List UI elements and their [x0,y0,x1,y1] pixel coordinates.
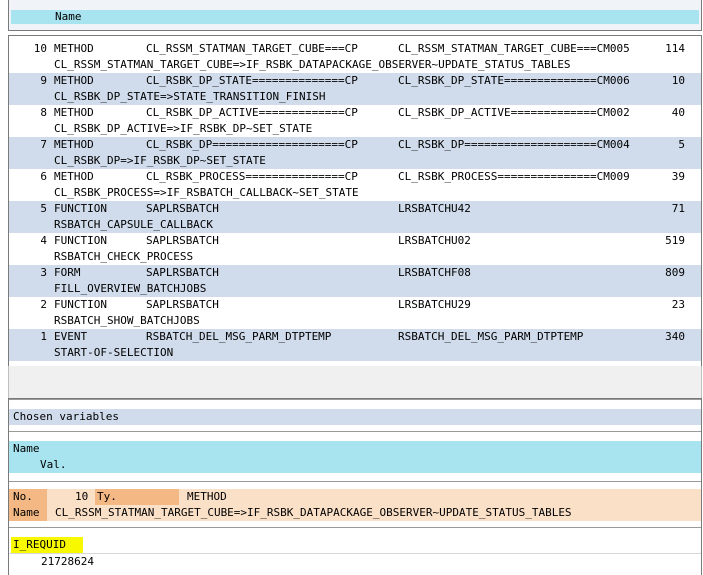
stack-event: CL_RSBK_DP_STATE=>STATE_TRANSITION_FINIS… [54,90,326,103]
call-stack-row[interactable]: 5 FUNCTION SAPLRSBATCH LRSBATCHU42 71 RSBATCH… [9,201,701,233]
stack-line: 519 [665,234,685,247]
variable-column-header: Name Val. [9,441,701,473]
frame-name-value: CL_RSSM_STATMAN_TARGET_CUBE=>IF_RSBK_DAT… [55,506,572,519]
frame-name-label: Name [13,506,40,519]
stack-level: 6 [40,170,47,183]
chosen-variables-title-bar: Chosen variables [9,409,701,425]
call-stack-table: 10 METHOD CL_RSSM_STATMAN_TARGET_CUBE===CP… [8,35,702,367]
stack-event: RSBATCH_CAPSULE_CALLBACK [54,218,213,231]
stack-event: CL_RSBK_PROCESS=>IF_RSBATCH_CALLBACK~SET… [54,186,359,199]
stack-type: METHOD [54,74,94,87]
stack-level: 3 [40,266,47,279]
column-header-row: Name [11,10,699,24]
stack-level: 4 [40,234,47,247]
stack-program: CL_RSBK_DP_STATE==============CP [146,74,358,87]
header-name-label: Name [13,442,40,455]
call-stack-row[interactable]: 7 METHOD CL_RSBK_DP====================CP C… [9,137,701,169]
stack-line: 39 [671,170,685,183]
section-separator [8,366,702,398]
call-stack-row[interactable]: 3 FORM SAPLRSBATCH LRSBATCHF08 809 FILL_OVERV… [9,265,701,297]
stack-program: CL_RSBK_DP====================CP [146,138,358,151]
call-stack-row[interactable]: 6 METHOD CL_RSBK_PROCESS===============CP C… [9,169,701,201]
stack-include: LRSBATCHU29 [398,298,471,311]
stack-program: RSBATCH_DEL_MSG_PARM_DTPTEMP [146,330,332,343]
stack-line: 114 [665,42,685,55]
frame-type-value: METHOD [187,490,227,503]
stack-include: CL_RSBK_DP_ACTIVE=============CM002 [398,106,630,119]
stack-level: 2 [40,298,47,311]
stack-type: METHOD [54,106,94,119]
top-column-header-panel: Name [8,0,702,31]
stack-program: CL_RSBK_DP_ACTIVE=============CP [146,106,358,119]
variable-name-i-requid[interactable]: I_REQUID [13,537,66,553]
stack-include: LRSBATCHF08 [398,266,471,279]
stack-include: CL_RSSM_STATMAN_TARGET_CUBE===CM005 [398,42,630,55]
stack-event: CL_RSBK_DP_ACTIVE=>IF_RSBK_DP~SET_STATE [54,122,313,135]
stack-line: 10 [671,74,685,87]
stack-program: SAPLRSBATCH [146,266,219,279]
stack-type: METHOD [54,170,94,183]
stack-type: EVENT [54,330,88,343]
stack-include: RSBATCH_DEL_MSG_PARM_DTPTEMP [398,330,584,343]
call-stack-row[interactable]: 10 METHOD CL_RSSM_STATMAN_TARGET_CUBE===CP… [9,41,701,73]
stack-line: 23 [671,298,685,311]
stack-line: 809 [665,266,685,279]
stack-program: SAPLRSBATCH [146,298,219,311]
frame-type-label: Ty. [97,490,117,503]
selected-frame-detail: No. 10 Ty. METHOD Name CL_RSSM_STATMAN_T… [9,489,701,521]
column-header-name: Name [55,10,82,23]
call-stack-row[interactable]: 8 METHOD CL_RSBK_DP_ACTIVE=============CP C… [9,105,701,137]
stack-level: 7 [40,138,47,151]
stack-include: LRSBATCHU02 [398,234,471,247]
stack-include: CL_RSBK_PROCESS===============CM009 [398,170,630,183]
stack-line: 340 [665,330,685,343]
stack-line: 71 [671,202,685,215]
stack-type: FUNCTION [54,298,107,311]
call-stack-row[interactable]: 4 FUNCTION SAPLRSBATCH LRSBATCHU02 519 RSBATC… [9,233,701,265]
stack-level: 9 [40,74,47,87]
variable-value: 21728624 [41,555,94,568]
stack-event: RSBATCH_CHECK_PROCESS [54,250,194,263]
stack-type: FUNCTION [54,202,107,215]
stack-type: FUNCTION [54,234,107,247]
stack-include: CL_RSBK_DP====================CM004 [398,138,630,151]
call-stack-row[interactable]: 1 EVENT RSBATCH_DEL_MSG_PARM_DTPTEMP RSBATC… [9,329,701,361]
frame-no-label: No. [13,490,33,503]
stack-program: CL_RSSM_STATMAN_TARGET_CUBE===CP [146,42,358,55]
stack-program: SAPLRSBATCH [146,234,219,247]
frame-no-value: 10 [75,490,89,503]
stack-event: RSBATCH_SHOW_BATCHJOBS [54,314,200,327]
stack-type: METHOD [54,138,94,151]
stack-include: CL_RSBK_DP_STATE==============CM006 [398,74,630,87]
stack-type: FORM [54,266,81,279]
stack-event: FILL_OVERVIEW_BATCHJOBS [54,282,207,295]
call-stack-row[interactable]: 2 FUNCTION SAPLRSBATCH LRSBATCHU29 23 RSBATCH… [9,297,701,329]
stack-type: METHOD [54,42,94,55]
stack-level: 5 [40,202,47,215]
call-stack-row[interactable]: 9 METHOD CL_RSBK_DP_STATE==============CP C… [9,73,701,105]
stack-include: LRSBATCHU42 [398,202,471,215]
stack-program: SAPLRSBATCH [146,202,219,215]
stack-level: 8 [40,106,47,119]
stack-line: 5 [678,138,685,151]
stack-event: CL_RSBK_DP=>IF_RSBK_DP~SET_STATE [54,154,266,167]
stack-program: CL_RSBK_PROCESS===============CP [146,170,358,183]
chosen-variables-panel: Chosen variables Name Val. No. 10 Ty. ME… [8,398,702,575]
stack-line: 40 [671,106,685,119]
stack-event: START-OF-SELECTION [54,346,174,359]
stack-level: 1 [40,330,47,343]
header-value-label: Val. [40,458,67,471]
stack-event: CL_RSSM_STATMAN_TARGET_CUBE=>IF_RSBK_DAT… [54,58,571,71]
stack-level: 10 [33,42,47,55]
chosen-variables-title: Chosen variables [13,410,119,423]
